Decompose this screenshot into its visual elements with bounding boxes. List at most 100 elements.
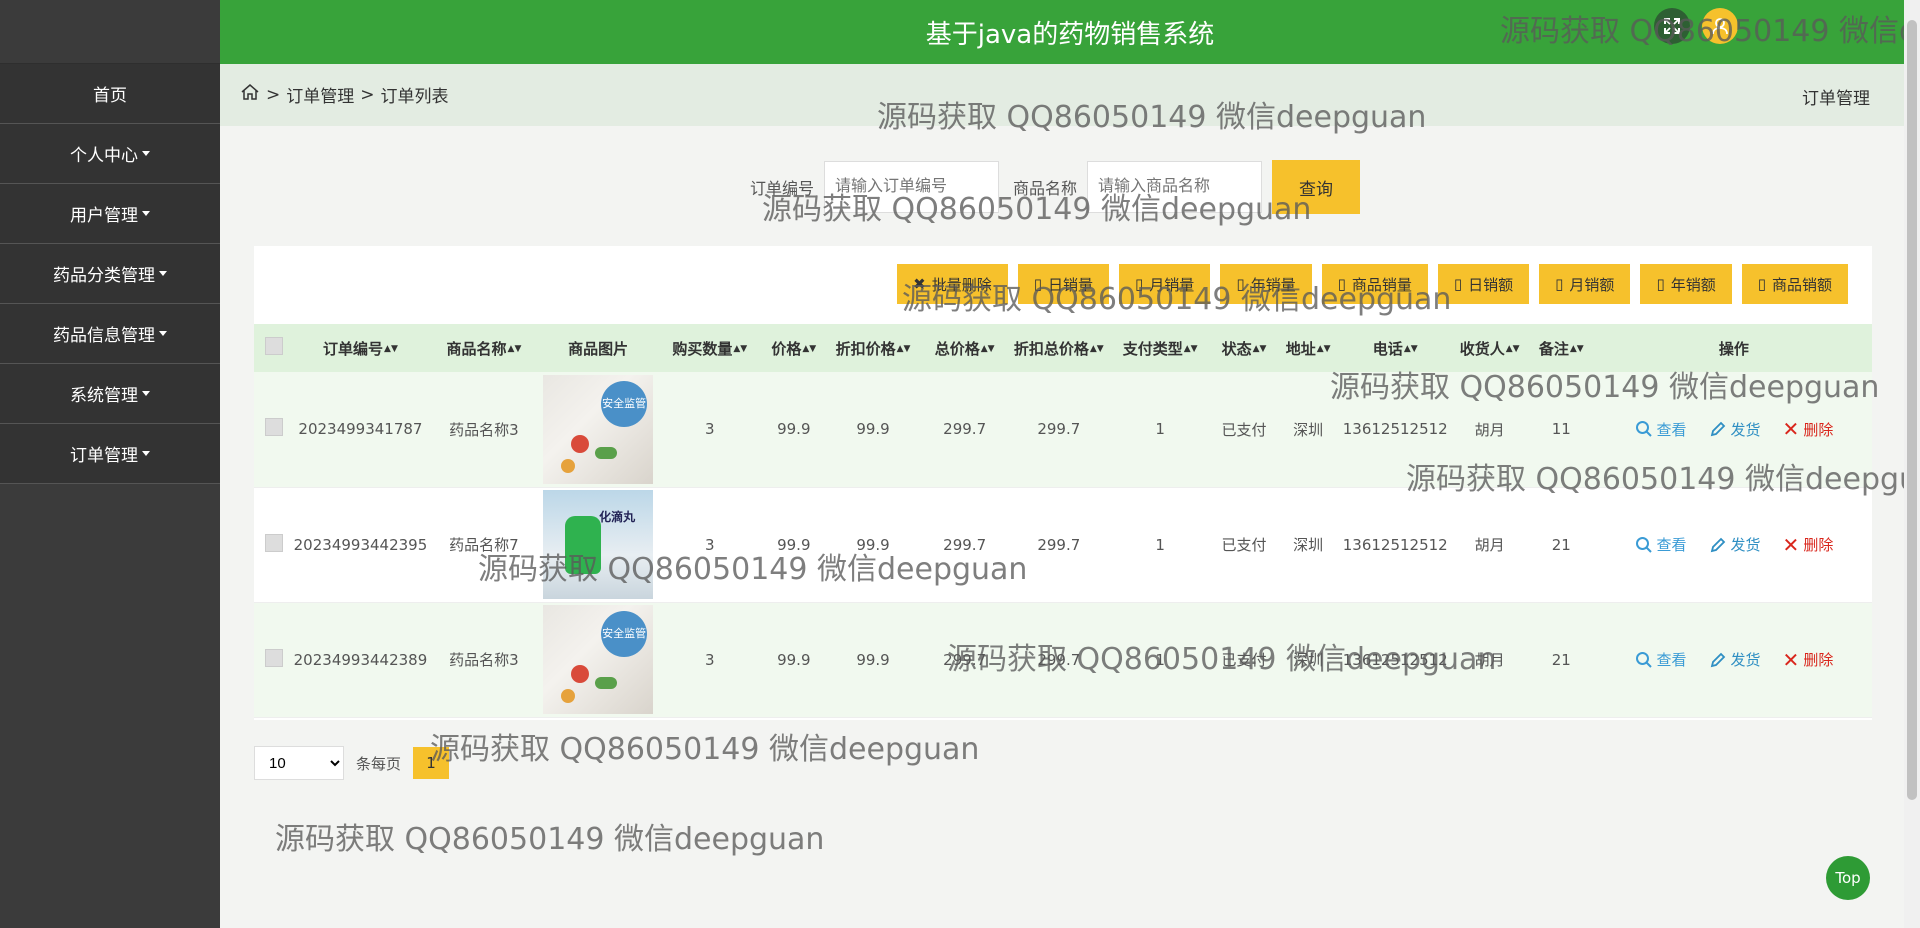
column-header[interactable]: 折扣总价格▲▼ [1007, 324, 1111, 372]
sidebar-item-personal-center[interactable]: 个人中心 [0, 124, 220, 184]
orders-table: 订单编号▲▼ 商品名称▲▼ 商品图片 购买数量▲▼ 价格▲▼ 折扣价格▲▼ 总价… [254, 324, 1872, 718]
document-icon: ▯ [1236, 275, 1245, 293]
search-icon [1635, 536, 1652, 553]
user-avatar-icon[interactable] [1702, 8, 1738, 44]
back-to-top-button[interactable]: Top [1826, 856, 1870, 900]
view-button[interactable]: 查看 [1635, 648, 1687, 672]
column-header[interactable]: 商品名称▲▼ [427, 324, 540, 372]
document-icon: ▯ [1757, 275, 1766, 293]
pagination: 10 条每页 1 [254, 746, 450, 780]
sort-icon: ▲▼ [1252, 343, 1267, 354]
caret-down-icon [159, 271, 167, 276]
daily-sales-volume-button[interactable]: ▯ 日销量 [1017, 264, 1110, 304]
product-image[interactable]: 安全监管 [543, 605, 654, 714]
monthly-sales-amount-button[interactable]: ▯ 月销额 [1539, 264, 1631, 304]
delete-button[interactable]: ✕ 删除 [1783, 533, 1834, 557]
page-number-button[interactable]: 1 [413, 747, 450, 779]
button-label: 日销量 [1048, 275, 1094, 294]
product-sales-amount-button[interactable]: ▯ 商品销额 [1741, 264, 1848, 304]
column-header[interactable]: 总价格▲▼ [923, 324, 1007, 372]
product-name-cell: 药品名称3 [449, 651, 519, 669]
yearly-sales-amount-button[interactable]: ▯ 年销额 [1640, 264, 1732, 304]
sort-icon: ▲▼ [384, 343, 398, 354]
column-header[interactable]: 折扣价格▲▼ [824, 324, 923, 372]
actions-cell: 查看 发货 ✕ 删除 [1596, 602, 1872, 717]
row-checkbox[interactable] [264, 648, 283, 667]
ship-button[interactable]: 发货 [1709, 417, 1761, 441]
receiver-cell: 胡月 [1474, 420, 1505, 439]
button-label: 月销量 [1149, 275, 1195, 294]
sort-icon: ▲▼ [733, 343, 748, 354]
row-checkbox[interactable] [264, 533, 283, 552]
sort-icon: ▲▼ [896, 343, 911, 354]
status-cell: 已支付 [1221, 420, 1267, 439]
batch-delete-button[interactable]: ✖ 批量删除 [897, 264, 1008, 304]
note-cell: 11 [1551, 420, 1571, 439]
column-header[interactable]: 购买数量▲▼ [656, 324, 764, 372]
view-button[interactable]: 查看 [1635, 417, 1687, 441]
query-button[interactable]: 查询 [1272, 160, 1361, 214]
product-name-input[interactable] [1087, 161, 1263, 213]
price-cell: 99.9 [777, 420, 811, 439]
sidebar-item-orders[interactable]: 订单管理 [0, 424, 220, 484]
breadcrumb-item-orders[interactable]: 订单管理 [286, 82, 354, 107]
monthly-sales-volume-button[interactable]: ▯ 月销量 [1119, 264, 1211, 304]
sidebar-logo-area [0, 0, 220, 64]
sort-icon: ▲▼ [1569, 343, 1584, 354]
discount-price-cell: 99.9 [856, 535, 890, 554]
column-header: 操作 [1718, 339, 1749, 358]
view-button[interactable]: 查看 [1635, 533, 1687, 557]
button-label: 年销额 [1670, 275, 1716, 294]
receiver-cell: 胡月 [1474, 536, 1505, 554]
sidebar-item-user-management[interactable]: 用户管理 [0, 184, 220, 244]
sidebar-item-drug-info[interactable]: 药品信息管理 [0, 304, 220, 364]
column-header[interactable]: 订单编号▲▼ [294, 324, 428, 372]
price-cell: 99.9 [777, 650, 811, 669]
scrollbar-thumb[interactable] [1907, 20, 1917, 800]
column-header[interactable]: 状态▲▼ [1209, 324, 1278, 372]
yearly-sales-volume-button[interactable]: ▯ 年销量 [1220, 264, 1312, 304]
scrollbar[interactable] [1904, 0, 1920, 928]
order-panel: ✖ 批量删除 ▯ 日销量 ▯ 月销量 ▯ 年销量 ▯ 商品销量 ▯ 日销额 ▯ 月销额 ▯ 年销… [254, 246, 1872, 720]
column-header[interactable]: 电话▲▼ [1338, 324, 1453, 372]
delete-button[interactable]: ✕ 删除 [1783, 648, 1834, 672]
document-icon: ▯ [1656, 275, 1665, 293]
sidebar-item-system[interactable]: 系统管理 [0, 364, 220, 424]
product-image[interactable]: 化滴丸 [543, 490, 654, 599]
column-header[interactable]: 备注▲▼ [1527, 324, 1596, 372]
delete-button[interactable]: ✕ 删除 [1783, 417, 1834, 441]
product-sales-volume-button[interactable]: ▯ 商品销量 [1321, 264, 1428, 304]
button-label: 商品销额 [1771, 275, 1832, 294]
product-image[interactable]: 安全监管 [543, 374, 654, 484]
product-name-cell: 药品名称7 [449, 536, 519, 554]
sidebar-item-home[interactable]: 首页 [0, 64, 220, 124]
breadcrumb-separator: > [266, 84, 281, 105]
column-header[interactable]: 支付类型▲▼ [1111, 324, 1210, 372]
status-cell: 已支付 [1221, 651, 1267, 669]
caret-down-icon [142, 391, 150, 396]
pay-type-cell: 1 [1155, 535, 1165, 554]
fullscreen-icon[interactable] [1654, 8, 1690, 44]
actions-cell: 查看 发货 ✕ 删除 [1596, 487, 1872, 602]
page-size-select[interactable]: 10 [254, 746, 344, 780]
daily-sales-amount-button[interactable]: ▯ 日销额 [1437, 264, 1530, 304]
discount-price-cell: 99.9 [856, 420, 890, 439]
price-cell: 99.9 [777, 535, 811, 554]
column-header[interactable]: 价格▲▼ [764, 324, 824, 372]
edit-icon [1710, 537, 1725, 552]
product-name-label: 商品名称 [1013, 179, 1078, 198]
column-header[interactable]: 收货人▲▼ [1453, 324, 1527, 372]
sort-icon: ▲▼ [507, 343, 522, 354]
home-icon[interactable] [240, 82, 260, 107]
order-no-input[interactable] [824, 161, 1000, 213]
document-icon: ▯ [1033, 275, 1043, 293]
actions-cell: 查看 发货 ✕ 删除 [1596, 372, 1872, 487]
ship-button[interactable]: 发货 [1709, 533, 1761, 557]
row-checkbox[interactable] [264, 418, 283, 437]
select-all-checkbox[interactable] [264, 337, 283, 355]
ship-button[interactable]: 发货 [1709, 648, 1761, 672]
per-page-label: 条每页 [356, 754, 402, 773]
sidebar-item-drug-category[interactable]: 药品分类管理 [0, 244, 220, 304]
column-header[interactable]: 地址▲▼ [1279, 324, 1338, 372]
note-cell: 21 [1551, 650, 1571, 669]
